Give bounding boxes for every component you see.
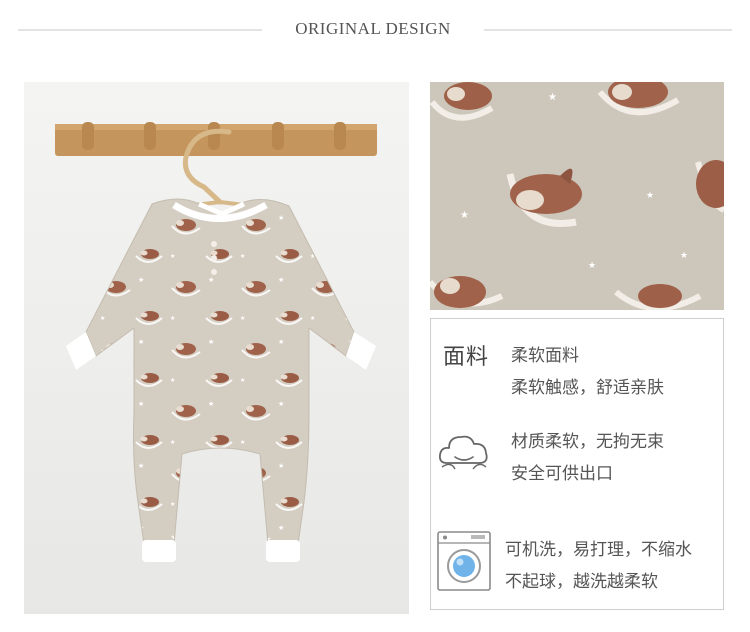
feature-soft: 材质柔软，无拘无束 安全可供出口 [431,417,723,515]
feature-fabric-line1: 柔软面料 [511,346,579,365]
svg-text:★: ★ [646,191,654,201]
feature-wash-line1: 可机洗，易打理，不缩水 [505,540,692,559]
fabric-closeup-photo: ★ ★ ★ ★ ★ [430,82,724,310]
header-divider-left [18,29,262,31]
feature-soft-line1: 材质柔软，无拘无束 [511,432,664,451]
header-divider-right [484,29,732,31]
fabric-label-text: 面料 [443,344,490,369]
svg-text:★: ★ [460,210,469,221]
svg-text:★: ★ [588,261,596,271]
feature-wash: 可机洗，易打理，不缩水 不起球，越洗越柔软 [431,515,723,609]
svg-text:★: ★ [680,251,688,261]
svg-text:★: ★ [548,92,557,103]
feature-fabric-line2: 柔软触感，舒适亲肤 [511,378,664,397]
section-title: ORIGINAL DESIGN [295,19,451,38]
feature-soft-line2: 安全可供出口 [511,464,613,483]
product-photo-romper: ★ ★ [24,82,409,614]
washing-machine-icon [437,531,491,591]
feature-wash-line2: 不起球，越洗越柔软 [505,572,658,591]
cloud-icon [438,435,488,470]
feature-panel: 面料 柔软面料 柔软触感，舒适亲肤 材质柔软，无拘无束 安全可供出口 可机洗，易… [430,318,724,610]
romper-illustration: ★ ★ [55,122,377,562]
feature-fabric: 面料 柔软面料 柔软触感，舒适亲肤 [431,319,723,417]
fabric-pattern-illustration: ★ ★ ★ ★ ★ [430,82,724,310]
